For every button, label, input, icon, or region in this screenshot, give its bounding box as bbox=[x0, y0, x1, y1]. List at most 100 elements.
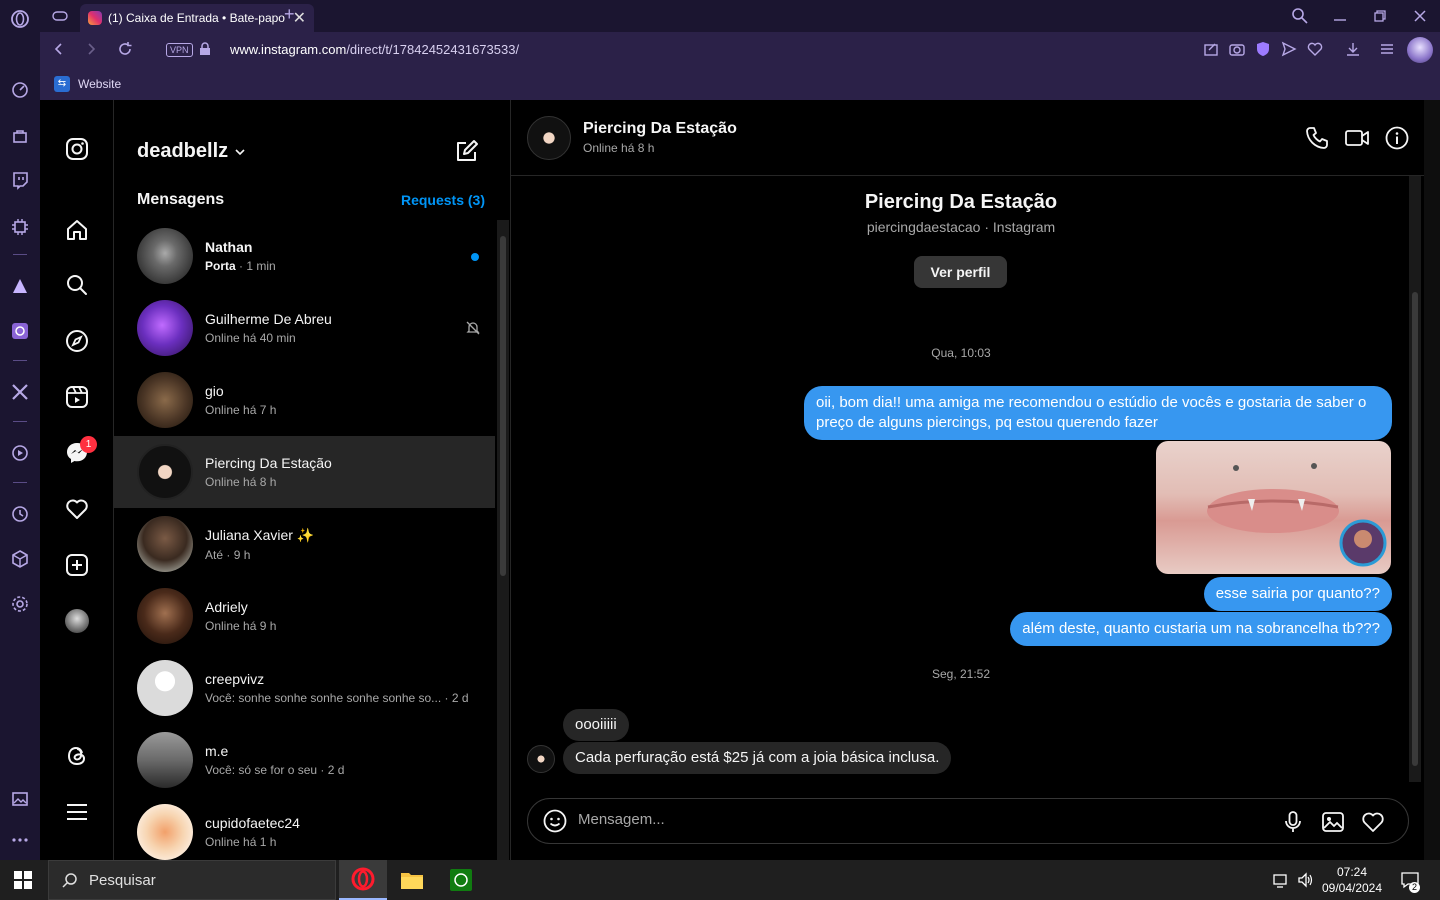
menu-hamburger-icon[interactable] bbox=[64, 799, 90, 825]
conversation-list: deadbellz Mensagens Requests (3) Nathan … bbox=[114, 100, 511, 860]
tab-title: (1) Caixa de Entrada • Bate-papo bbox=[108, 11, 285, 25]
opera-logo-icon[interactable] bbox=[10, 9, 30, 29]
new-tab-icon[interactable]: + bbox=[284, 4, 295, 25]
history-icon[interactable] bbox=[10, 504, 30, 524]
chat-avatar[interactable] bbox=[527, 116, 571, 160]
conversation-row-guilherme[interactable]: Guilherme De Abreu Online há 40 min bbox=[114, 292, 495, 364]
microphone-icon[interactable] bbox=[1280, 809, 1306, 835]
emoji-icon[interactable] bbox=[542, 808, 568, 834]
conversation-preview: Online há 1 h bbox=[205, 835, 277, 849]
list-scrollbar[interactable] bbox=[497, 220, 509, 860]
reload-icon[interactable] bbox=[116, 40, 134, 58]
sent-message[interactable]: oii, bom dia!! uma amiga me recomendou o… bbox=[804, 386, 1392, 440]
gamepad-icon[interactable] bbox=[52, 8, 68, 24]
image-upload-icon[interactable] bbox=[1320, 809, 1346, 835]
received-message[interactable]: Cada perfuração está $25 já com a joia b… bbox=[563, 742, 952, 774]
url-field[interactable]: www.instagram.com/direct/t/1784245243167… bbox=[230, 42, 519, 57]
easy-setup-icon[interactable] bbox=[1378, 40, 1396, 58]
profile-avatar-nav[interactable] bbox=[65, 609, 89, 633]
clock-date: 09/04/2024 bbox=[1321, 881, 1383, 895]
chat-title[interactable]: Piercing Da Estação bbox=[583, 120, 737, 138]
reels-icon[interactable] bbox=[64, 384, 90, 410]
conversation-name: Guilherme De Abreu bbox=[205, 311, 332, 327]
camera-snapshot-icon[interactable] bbox=[1228, 40, 1246, 58]
conversation-row-juliana[interactable]: Juliana Xavier ✨ Até · 9 h bbox=[114, 508, 495, 580]
conversation-preview: Você: sonhe sonhe sonhe sonhe sonhe so..… bbox=[205, 691, 469, 705]
like-heart-icon[interactable] bbox=[1360, 809, 1386, 835]
download-icon[interactable] bbox=[1344, 40, 1362, 58]
x-icon[interactable] bbox=[10, 382, 30, 402]
aria-icon[interactable] bbox=[10, 276, 30, 296]
message-input[interactable] bbox=[578, 811, 1258, 828]
view-profile-button[interactable]: Ver perfil bbox=[914, 256, 1007, 288]
chat-scrollbar[interactable] bbox=[1409, 176, 1421, 782]
conversation-row-gio[interactable]: gio Online há 7 h bbox=[114, 364, 495, 436]
date-separator: Qua, 10:03 bbox=[931, 346, 991, 360]
shield-icon[interactable] bbox=[1254, 40, 1272, 58]
bookmarks-bar: ⇆ Website bbox=[40, 68, 1440, 100]
ai-chip-icon[interactable] bbox=[10, 217, 30, 237]
video-call-icon[interactable] bbox=[1344, 125, 1370, 151]
conversation-row-adriely[interactable]: Adriely Online há 9 h bbox=[114, 580, 495, 652]
phone-call-icon[interactable] bbox=[1304, 125, 1330, 151]
chat-status: Online há 8 h bbox=[583, 141, 655, 155]
conversation-row-me[interactable]: m.e Você: só se for o seu · 2 d bbox=[114, 724, 495, 796]
create-plus-icon[interactable] bbox=[64, 552, 90, 578]
taskbar-opera[interactable] bbox=[339, 860, 387, 900]
heart-bookmark-icon[interactable] bbox=[1306, 40, 1324, 58]
new-message-icon[interactable] bbox=[454, 138, 480, 164]
speed-dial-icon[interactable] bbox=[10, 80, 30, 100]
conversation-row-nathan[interactable]: Nathan Porta · 1 min bbox=[114, 220, 495, 292]
network-icon[interactable] bbox=[1272, 871, 1290, 889]
received-message[interactable]: oooiiiii bbox=[563, 709, 629, 741]
search-icon[interactable] bbox=[64, 272, 90, 298]
shopping-icon[interactable] bbox=[10, 126, 30, 146]
taskbar-search[interactable]: Pesquisar bbox=[48, 860, 336, 900]
sender-avatar[interactable] bbox=[527, 745, 555, 773]
chevron-down-icon bbox=[235, 148, 245, 155]
conversation-row-cupidofaetec24[interactable]: cupidofaetec24 Online há 1 h bbox=[114, 796, 495, 860]
home-icon[interactable] bbox=[64, 217, 90, 243]
more-dots-icon[interactable] bbox=[10, 830, 30, 850]
lock-icon[interactable] bbox=[198, 42, 212, 56]
conversation-name: cupidofaetec24 bbox=[205, 815, 300, 831]
conversation-preview: Online há 8 h bbox=[205, 475, 277, 489]
conversation-preview: Você: só se for o seu · 2 d bbox=[205, 763, 345, 777]
requests-link[interactable]: Requests (3) bbox=[401, 192, 485, 208]
taskbar-clock[interactable]: 07:24 09/04/2024 bbox=[1310, 864, 1394, 896]
player-icon[interactable] bbox=[10, 443, 30, 463]
close-window-icon[interactable] bbox=[1410, 6, 1430, 26]
twitch-icon[interactable] bbox=[10, 170, 30, 190]
notifications-heart-icon[interactable] bbox=[64, 496, 90, 522]
sent-message[interactable]: além deste, quanto custaria um na sobran… bbox=[1010, 612, 1392, 646]
taskbar-file-explorer[interactable] bbox=[388, 860, 436, 900]
muted-bell-icon bbox=[466, 321, 480, 335]
forward-icon[interactable] bbox=[82, 40, 100, 58]
profile-avatar[interactable] bbox=[1407, 37, 1433, 63]
minimize-icon[interactable] bbox=[1330, 6, 1350, 26]
bookmark-website[interactable]: Website bbox=[78, 77, 121, 91]
sent-photo[interactable] bbox=[1156, 441, 1391, 574]
instagram-logo-icon[interactable] bbox=[64, 136, 90, 162]
tab-close-icon[interactable]: ✕ bbox=[293, 8, 306, 28]
settings-gear-icon[interactable] bbox=[10, 594, 30, 614]
back-icon[interactable] bbox=[50, 40, 68, 58]
search-tabs-icon[interactable] bbox=[1290, 6, 1310, 26]
tab-instagram[interactable]: (1) Caixa de Entrada • Bate-papo ✕ bbox=[80, 4, 314, 32]
share-icon[interactable] bbox=[1202, 40, 1220, 58]
extensions-icon[interactable] bbox=[10, 549, 30, 569]
taskbar-xbox[interactable] bbox=[437, 860, 485, 900]
conversation-row-piercing[interactable]: Piercing Da Estação Online há 8 h bbox=[114, 436, 495, 508]
gallery-icon[interactable] bbox=[10, 789, 30, 809]
chatgpt-icon[interactable] bbox=[10, 321, 30, 341]
info-icon[interactable] bbox=[1384, 125, 1410, 151]
explore-compass-icon[interactable] bbox=[64, 328, 90, 354]
vpn-badge[interactable]: VPN bbox=[166, 43, 193, 57]
account-switcher[interactable]: deadbellz bbox=[137, 140, 246, 163]
send-icon[interactable] bbox=[1280, 40, 1298, 58]
windows-start-icon[interactable] bbox=[14, 871, 32, 889]
threads-icon[interactable] bbox=[64, 743, 90, 769]
sent-message[interactable]: esse sairia por quanto?? bbox=[1203, 577, 1392, 611]
conversation-row-creepvivz[interactable]: creepvivz Você: sonhe sonhe sonhe sonhe … bbox=[114, 652, 495, 724]
restore-icon[interactable] bbox=[1370, 6, 1390, 26]
